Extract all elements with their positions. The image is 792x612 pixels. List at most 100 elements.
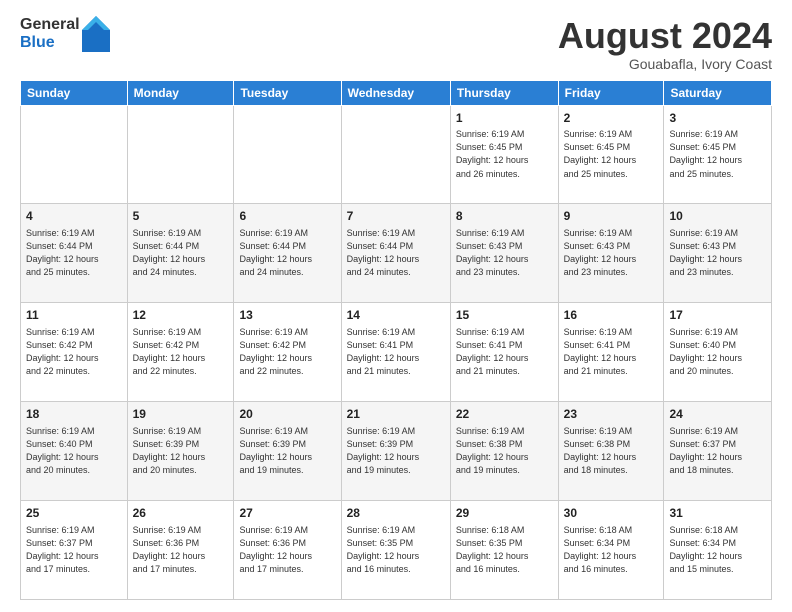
day-number: 6 <box>239 208 335 225</box>
table-row: 16 Sunrise: 6:19 AMSunset: 6:41 PMDayligh… <box>558 303 664 402</box>
day-number: 7 <box>347 208 445 225</box>
day-info: Sunrise: 6:19 AMSunset: 6:44 PMDaylight:… <box>26 227 122 279</box>
day-info: Sunrise: 6:19 AMSunset: 6:42 PMDaylight:… <box>239 326 335 378</box>
day-info: Sunrise: 6:19 AMSunset: 6:40 PMDaylight:… <box>669 326 766 378</box>
day-info: Sunrise: 6:19 AMSunset: 6:44 PMDaylight:… <box>133 227 229 279</box>
day-number: 27 <box>239 505 335 522</box>
day-number: 14 <box>347 307 445 324</box>
day-info: Sunrise: 6:19 AMSunset: 6:36 PMDaylight:… <box>133 524 229 576</box>
day-number: 26 <box>133 505 229 522</box>
day-info: Sunrise: 6:19 AMSunset: 6:42 PMDaylight:… <box>26 326 122 378</box>
day-info: Sunrise: 6:19 AMSunset: 6:44 PMDaylight:… <box>347 227 445 279</box>
calendar-week-row: 25 Sunrise: 6:19 AMSunset: 6:37 PMDayligh… <box>21 501 772 600</box>
day-info: Sunrise: 6:19 AMSunset: 6:41 PMDaylight:… <box>347 326 445 378</box>
day-info: Sunrise: 6:19 AMSunset: 6:37 PMDaylight:… <box>26 524 122 576</box>
day-info: Sunrise: 6:19 AMSunset: 6:35 PMDaylight:… <box>347 524 445 576</box>
col-thursday: Thursday <box>450 80 558 105</box>
calendar-header-row: Sunday Monday Tuesday Wednesday Thursday… <box>21 80 772 105</box>
table-row: 20Sunrise: 6:19 AMSunset: 6:39 PMDayligh… <box>234 402 341 501</box>
table-row: 25 Sunrise: 6:19 AMSunset: 6:37 PMDayligh… <box>21 501 128 600</box>
day-info: Sunrise: 6:18 AMSunset: 6:34 PMDaylight:… <box>669 524 766 576</box>
table-row <box>341 105 450 204</box>
day-info: Sunrise: 6:19 AMSunset: 6:39 PMDaylight:… <box>133 425 229 477</box>
day-number: 15 <box>456 307 553 324</box>
table-row: 18 Sunrise: 6:19 AMSunset: 6:40 PMDayligh… <box>21 402 128 501</box>
table-row: 3Sunrise: 6:19 AMSunset: 6:45 PMDaylight… <box>664 105 772 204</box>
day-number: 16 <box>564 307 659 324</box>
day-info: Sunrise: 6:19 AMSunset: 6:45 PMDaylight:… <box>669 128 766 180</box>
day-info: Sunrise: 6:19 AMSunset: 6:44 PMDaylight:… <box>239 227 335 279</box>
day-number: 29 <box>456 505 553 522</box>
day-number: 11 <box>26 307 122 324</box>
table-row: 14 Sunrise: 6:19 AMSunset: 6:41 PMDayligh… <box>341 303 450 402</box>
day-info: Sunrise: 6:19 AMSunset: 6:38 PMDaylight:… <box>564 425 659 477</box>
day-info: Sunrise: 6:19 AMSunset: 6:38 PMDaylight:… <box>456 425 553 477</box>
table-row: 1Sunrise: 6:19 AMSunset: 6:45 PMDaylight… <box>450 105 558 204</box>
table-row: 11 Sunrise: 6:19 AMSunset: 6:42 PMDayligh… <box>21 303 128 402</box>
day-info: Sunrise: 6:19 AMSunset: 6:39 PMDaylight:… <box>347 425 445 477</box>
table-row: 5 Sunrise: 6:19 AMSunset: 6:44 PMDaylight… <box>127 204 234 303</box>
day-number: 30 <box>564 505 659 522</box>
day-info: Sunrise: 6:19 AMSunset: 6:39 PMDaylight:… <box>239 425 335 477</box>
day-info: Sunrise: 6:19 AMSunset: 6:40 PMDaylight:… <box>26 425 122 477</box>
table-row: 30Sunrise: 6:18 AMSunset: 6:34 PMDayligh… <box>558 501 664 600</box>
calendar-week-row: 11 Sunrise: 6:19 AMSunset: 6:42 PMDayligh… <box>21 303 772 402</box>
day-info: Sunrise: 6:19 AMSunset: 6:41 PMDaylight:… <box>564 326 659 378</box>
table-row: 31 Sunrise: 6:18 AMSunset: 6:34 PMDayligh… <box>664 501 772 600</box>
day-number: 12 <box>133 307 229 324</box>
day-number: 9 <box>564 208 659 225</box>
calendar-week-row: 18 Sunrise: 6:19 AMSunset: 6:40 PMDayligh… <box>21 402 772 501</box>
day-number: 13 <box>239 307 335 324</box>
table-row: 12 Sunrise: 6:19 AMSunset: 6:42 PMDayligh… <box>127 303 234 402</box>
day-info: Sunrise: 6:19 AMSunset: 6:43 PMDaylight:… <box>456 227 553 279</box>
day-info: Sunrise: 6:19 AMSunset: 6:41 PMDaylight:… <box>456 326 553 378</box>
page: General Blue August 2024 Gouabafla, Ivor… <box>0 0 792 612</box>
day-number: 24 <box>669 406 766 423</box>
day-number: 25 <box>26 505 122 522</box>
day-number: 23 <box>564 406 659 423</box>
day-number: 22 <box>456 406 553 423</box>
table-row: 4Sunrise: 6:19 AMSunset: 6:44 PMDaylight… <box>21 204 128 303</box>
col-wednesday: Wednesday <box>341 80 450 105</box>
table-row: 29 Sunrise: 6:18 AMSunset: 6:35 PMDayligh… <box>450 501 558 600</box>
day-number: 28 <box>347 505 445 522</box>
table-row: 22 Sunrise: 6:19 AMSunset: 6:38 PMDayligh… <box>450 402 558 501</box>
calendar-week-row: 4Sunrise: 6:19 AMSunset: 6:44 PMDaylight… <box>21 204 772 303</box>
day-info: Sunrise: 6:19 AMSunset: 6:36 PMDaylight:… <box>239 524 335 576</box>
table-row: 23 Sunrise: 6:19 AMSunset: 6:38 PMDayligh… <box>558 402 664 501</box>
col-monday: Monday <box>127 80 234 105</box>
day-number: 18 <box>26 406 122 423</box>
table-row: 21 Sunrise: 6:19 AMSunset: 6:39 PMDayligh… <box>341 402 450 501</box>
col-saturday: Saturday <box>664 80 772 105</box>
day-number: 3 <box>669 110 766 127</box>
table-row: 13 Sunrise: 6:19 AMSunset: 6:42 PMDayligh… <box>234 303 341 402</box>
day-info: Sunrise: 6:18 AMSunset: 6:35 PMDaylight:… <box>456 524 553 576</box>
location-subtitle: Gouabafla, Ivory Coast <box>558 56 772 72</box>
day-number: 31 <box>669 505 766 522</box>
calendar-table: Sunday Monday Tuesday Wednesday Thursday… <box>20 80 772 600</box>
title-block: August 2024 Gouabafla, Ivory Coast <box>558 16 772 72</box>
logo: General Blue <box>20 16 110 52</box>
table-row: 2Sunrise: 6:19 AMSunset: 6:45 PMDaylight… <box>558 105 664 204</box>
day-info: Sunrise: 6:19 AMSunset: 6:45 PMDaylight:… <box>456 128 553 180</box>
day-number: 21 <box>347 406 445 423</box>
day-number: 19 <box>133 406 229 423</box>
col-sunday: Sunday <box>21 80 128 105</box>
table-row: 19 Sunrise: 6:19 AMSunset: 6:39 PMDayligh… <box>127 402 234 501</box>
day-info: Sunrise: 6:19 AMSunset: 6:37 PMDaylight:… <box>669 425 766 477</box>
table-row: 9Sunrise: 6:19 AMSunset: 6:43 PMDaylight… <box>558 204 664 303</box>
month-title: August 2024 <box>558 16 772 56</box>
day-number: 2 <box>564 110 659 127</box>
day-number: 8 <box>456 208 553 225</box>
calendar-week-row: 1Sunrise: 6:19 AMSunset: 6:45 PMDaylight… <box>21 105 772 204</box>
col-tuesday: Tuesday <box>234 80 341 105</box>
table-row: 15 Sunrise: 6:19 AMSunset: 6:41 PMDayligh… <box>450 303 558 402</box>
day-info: Sunrise: 6:19 AMSunset: 6:42 PMDaylight:… <box>133 326 229 378</box>
table-row: 17Sunrise: 6:19 AMSunset: 6:40 PMDayligh… <box>664 303 772 402</box>
table-row <box>127 105 234 204</box>
day-number: 1 <box>456 110 553 127</box>
day-number: 10 <box>669 208 766 225</box>
day-info: Sunrise: 6:19 AMSunset: 6:45 PMDaylight:… <box>564 128 659 180</box>
table-row: 27 Sunrise: 6:19 AMSunset: 6:36 PMDayligh… <box>234 501 341 600</box>
day-number: 5 <box>133 208 229 225</box>
